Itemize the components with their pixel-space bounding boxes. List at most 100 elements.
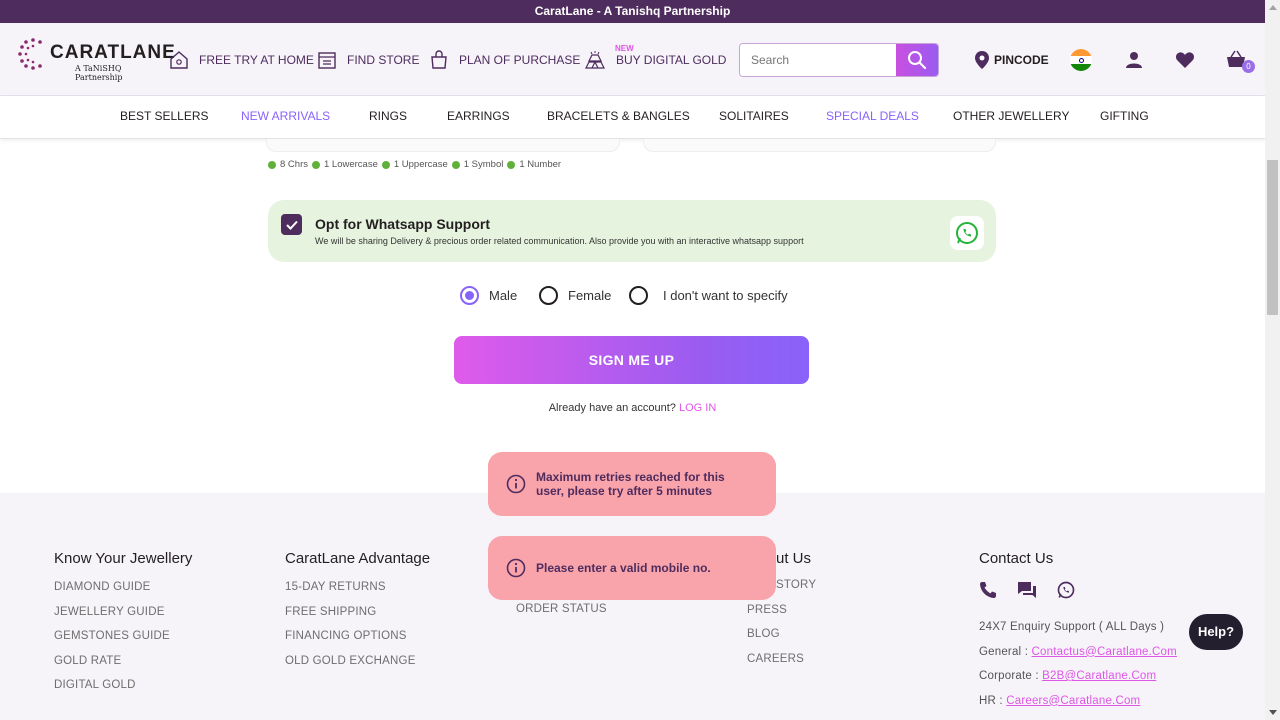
footer-link[interactable]: PRESS: [747, 604, 816, 629]
logo-tagline: A TaNiSHQ Partnership: [75, 64, 123, 82]
cat-bracelets-bangles[interactable]: BRACELETS & BANGLES: [547, 109, 690, 123]
cat-earrings[interactable]: EARRINGS: [447, 109, 510, 123]
footer-heading: Know Your Jewellery: [54, 550, 193, 567]
rule-lowercase: 1 Lowercase: [323, 159, 378, 170]
footer-customer-service: ORDER STATUS: [516, 603, 607, 628]
cat-special-deals[interactable]: SPECIAL DEALS: [826, 109, 919, 123]
search-button[interactable]: [896, 44, 938, 76]
rule-length: 8 Chrs: [280, 159, 308, 170]
home-icon: [170, 51, 188, 69]
footer-link[interactable]: GEMSTONES GUIDE: [54, 630, 192, 655]
cat-best-sellers[interactable]: BEST SELLERS: [120, 109, 209, 123]
cat-new-arrivals[interactable]: NEW ARRIVALS: [241, 109, 330, 123]
india-flag-icon[interactable]: [1070, 49, 1092, 71]
scroll-down-arrow-icon[interactable]: [1265, 705, 1280, 720]
rule-dot: [268, 160, 276, 169]
whatsapp-icon: [956, 222, 978, 244]
cat-solitaires[interactable]: SOLITAIRES: [719, 109, 789, 123]
radio-female[interactable]: [539, 286, 558, 305]
general-contact: General : Contactus@Caratlane.Com: [979, 646, 1177, 671]
footer-link-order-status[interactable]: ORDER STATUS: [516, 603, 607, 628]
footer-caratlane-advantage: CaratLane Advantage 15-DAY RETURNS FREE …: [285, 550, 430, 679]
site-footer: Know Your Jewellery DIAMOND GUIDE JEWELL…: [0, 493, 1265, 720]
user-account-icon[interactable]: [1124, 50, 1144, 70]
footer-link[interactable]: OLD GOLD EXCHANGE: [285, 655, 430, 680]
new-badge: NEW: [615, 44, 634, 53]
info-icon: [506, 474, 526, 494]
gender-label: Female: [568, 288, 612, 303]
footer-link[interactable]: DIGITAL GOLD: [54, 679, 192, 704]
footer-link[interactable]: 15-DAY RETURNS: [285, 581, 430, 606]
password-field[interactable]: [266, 139, 620, 152]
site-header: CARATLANE A TaNiSHQ Partnership FREE TRY…: [0, 23, 1265, 96]
search-input[interactable]: [740, 44, 898, 76]
gender-option-unspecified[interactable]: I don't want to specify: [629, 286, 788, 305]
chat-icon[interactable]: [1017, 581, 1037, 599]
footer-heading: Contact Us: [979, 550, 1054, 567]
info-icon: [506, 558, 526, 578]
toast-message: Please enter a valid mobile no.: [536, 561, 711, 575]
login-prompt: Already have an account? LOG IN: [0, 402, 1265, 414]
shopping-bag-icon: [431, 50, 447, 69]
rule-number: 1 Number: [519, 159, 562, 170]
footer-link[interactable]: BLOG: [747, 628, 816, 653]
gender-option-male[interactable]: Male: [460, 286, 517, 305]
contact-label: HR :: [979, 694, 1003, 707]
whatsapp-icon[interactable]: [1057, 581, 1075, 599]
login-prompt-text: Already have an account?: [548, 402, 676, 414]
footer-heading: CaratLane Advantage: [285, 550, 431, 567]
nav-label: FIND STORE: [347, 53, 420, 67]
cat-rings[interactable]: RINGS: [369, 109, 407, 123]
footer-link[interactable]: JEWELLERY GUIDE: [54, 606, 192, 631]
gender-label: I don't want to specify: [663, 288, 788, 303]
help-button[interactable]: Help?: [1189, 614, 1243, 650]
footer-link[interactable]: DIAMOND GUIDE: [54, 581, 192, 606]
whatsapp-description: We will be sharing Delivery & precious o…: [315, 236, 804, 246]
cart-count-badge: 0: [1242, 60, 1255, 73]
footer-link[interactable]: FREE SHIPPING: [285, 606, 430, 631]
free-try-at-home-link[interactable]: FREE TRY AT HOME: [169, 45, 314, 75]
error-toast-mobile: Please enter a valid mobile no.: [488, 536, 776, 600]
page-scrollbar[interactable]: [1265, 0, 1280, 720]
general-email-link[interactable]: Contactus@Caratlane.Com: [1032, 646, 1177, 658]
whatsapp-title: Opt for Whatsapp Support: [315, 216, 490, 232]
cat-gifting[interactable]: GIFTING: [1100, 109, 1149, 123]
footer-heading: ut Us: [776, 550, 812, 567]
password-rules: 8 Chrs 1 Lowercase 1 Uppercase 1 Symbol …: [268, 159, 561, 170]
radio-unspecified[interactable]: [629, 286, 648, 305]
footer-link[interactable]: FINANCING OPTIONS: [285, 630, 430, 655]
pincode-selector[interactable]: PINCODE: [975, 51, 1049, 69]
phone-icon[interactable]: [979, 581, 997, 599]
scroll-up-arrow-icon[interactable]: [1265, 0, 1280, 15]
plan-of-purchase-link[interactable]: PLAN OF PURCHASE: [429, 45, 580, 75]
search-box: [739, 43, 939, 77]
scrollbar-thumb[interactable]: [1267, 160, 1278, 315]
toast-message: Maximum retries reached for this user, p…: [536, 470, 725, 498]
nav-label: PLAN OF PURCHASE: [459, 53, 581, 67]
contact-label: Corporate :: [979, 670, 1039, 682]
sign-me-up-button[interactable]: SIGN ME UP: [454, 336, 809, 384]
login-link[interactable]: LOG IN: [679, 402, 716, 414]
checkmark-icon: [285, 220, 298, 230]
logo-mark-icon: [18, 38, 42, 70]
footer-know-your-jewellery: Know Your Jewellery DIAMOND GUIDE JEWELL…: [54, 550, 192, 704]
confirm-password-field[interactable]: [643, 139, 996, 152]
caratlane-logo[interactable]: CARATLANE A TaNiSHQ Partnership: [18, 37, 175, 82]
footer-link[interactable]: GOLD RATE: [54, 655, 192, 680]
gender-option-female[interactable]: Female: [539, 286, 611, 305]
corporate-email-link[interactable]: B2B@Caratlane.Com: [1042, 670, 1156, 682]
store-icon: [318, 52, 336, 69]
cat-other-jewellery[interactable]: OTHER JEWELLERY: [953, 109, 1069, 123]
whatsapp-checkbox[interactable]: [281, 214, 302, 235]
radio-male[interactable]: [460, 286, 479, 305]
whatsapp-optin: Opt for Whatsapp Support We will be shar…: [268, 200, 996, 262]
wishlist-heart-icon[interactable]: [1175, 50, 1195, 70]
search-icon: [908, 51, 927, 70]
pincode-label: PINCODE: [994, 53, 1049, 67]
hr-email-link[interactable]: Careers@Caratlane.Com: [1006, 695, 1140, 707]
footer-contact-us: Contact Us 24X7 Enquiry Support ( ALL Da…: [979, 550, 1177, 719]
find-store-link[interactable]: FIND STORE: [317, 45, 419, 75]
buy-digital-gold-link[interactable]: NEW BUY DIGITAL GOLD: [584, 44, 726, 75]
footer-link[interactable]: CAREERS: [747, 653, 816, 678]
gold-bars-icon: [585, 51, 605, 69]
